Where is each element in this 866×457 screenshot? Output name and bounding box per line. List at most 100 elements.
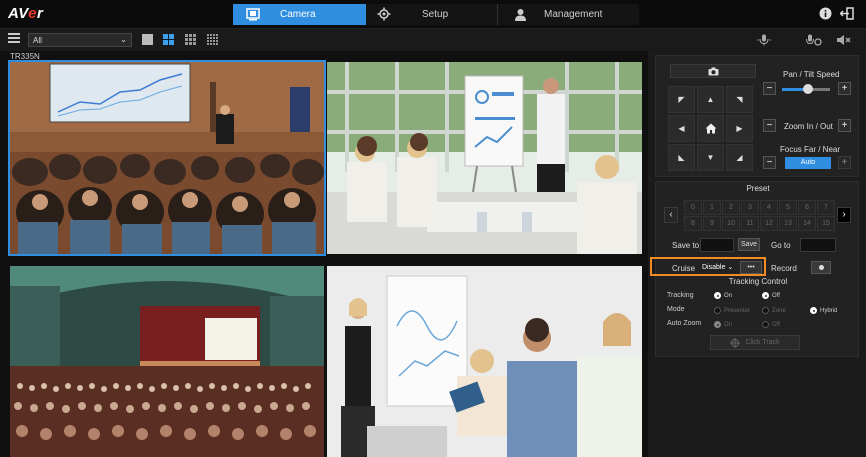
preset-cell[interactable]: 1 xyxy=(703,200,721,215)
focus-far-button[interactable]: − xyxy=(763,156,776,169)
preset-cell[interactable]: 4 xyxy=(760,200,778,215)
pan-left-button[interactable]: ◀ xyxy=(668,115,695,142)
top-navigation-bar: AVer Camera Setup Management xyxy=(0,0,866,29)
tab-management[interactable]: Management xyxy=(498,4,639,25)
tracking-control-title: Tracking Control xyxy=(728,277,788,286)
pan-down-right-button[interactable]: ◢ xyxy=(726,144,753,171)
auto-zoom-on-label: On xyxy=(724,321,733,328)
classroom-scene xyxy=(327,266,642,457)
zoom-in-button[interactable]: + xyxy=(838,119,851,132)
preset-cell[interactable]: 2 xyxy=(722,200,740,215)
record-label: Record xyxy=(771,264,797,273)
focus-auto-button[interactable]: Auto xyxy=(785,157,831,169)
preset-cell[interactable]: 5 xyxy=(779,200,797,215)
zoom-out-button[interactable]: − xyxy=(763,119,776,132)
preset-cell[interactable]: 15 xyxy=(817,216,835,231)
home-button[interactable] xyxy=(697,115,724,142)
preset-cell[interactable]: 6 xyxy=(798,200,816,215)
pan-tilt-speed-label: Pan / Tilt Speed xyxy=(783,70,840,79)
tracking-on-radio[interactable]: On xyxy=(714,292,732,299)
auto-zoom-on-radio[interactable]: On xyxy=(714,321,732,328)
go-to-input[interactable] xyxy=(800,238,836,252)
pan-up-left-button[interactable]: ◤ xyxy=(668,86,695,113)
speed-increase-button[interactable]: + xyxy=(838,82,851,95)
preset-cell[interactable]: 0 xyxy=(684,200,702,215)
tab-setup[interactable]: Setup xyxy=(366,4,498,25)
video-tile-3[interactable] xyxy=(10,266,324,457)
preset-cell[interactable]: 9 xyxy=(703,216,721,231)
click-track-label: Click Track xyxy=(745,339,780,346)
click-track-button[interactable]: Click Track xyxy=(710,335,800,350)
preset-cell[interactable]: 12 xyxy=(760,216,778,231)
record-button[interactable] xyxy=(811,261,831,274)
zoom-label: Zoom In / Out xyxy=(784,122,833,131)
tracking-label: Tracking xyxy=(667,292,694,299)
snapshot-button[interactable] xyxy=(670,64,756,78)
save-preset-button[interactable]: Save xyxy=(738,238,760,251)
mode-hybrid-radio[interactable]: Hybrid xyxy=(810,307,837,314)
mode-zone-radio[interactable]: Zone xyxy=(762,307,786,314)
video-tile-1[interactable] xyxy=(8,60,326,256)
gear-icon xyxy=(376,6,392,22)
lecture-hall-scene xyxy=(10,62,324,254)
auto-zoom-off-label: Off xyxy=(772,321,780,328)
pan-tilt-speed-slider[interactable] xyxy=(782,84,830,94)
speaker-mute-icon[interactable] xyxy=(836,34,851,48)
preset-cell[interactable]: 7 xyxy=(817,200,835,215)
tilt-up-button[interactable]: ▲ xyxy=(697,86,724,113)
mode-presenter-label: Presenter xyxy=(724,307,751,314)
mic-settings-icon[interactable] xyxy=(806,34,822,48)
view-toolbar: All ⌄ xyxy=(0,29,866,51)
mode-label: Mode xyxy=(667,306,685,313)
auto-zoom-off-radio[interactable]: Off xyxy=(762,321,780,328)
tab-camera[interactable]: Camera xyxy=(233,4,366,25)
preset-cell[interactable]: 11 xyxy=(741,216,759,231)
mode-presenter-radio[interactable]: Presenter xyxy=(714,307,750,314)
preset-cell[interactable]: 8 xyxy=(684,216,702,231)
preset-prev-button[interactable]: ‹ xyxy=(664,207,678,223)
preset-cell[interactable]: 3 xyxy=(741,200,759,215)
tilt-down-button[interactable]: ▼ xyxy=(697,144,724,171)
focus-label: Focus Far / Near xyxy=(780,145,841,154)
cruise-highlight-box xyxy=(650,257,766,276)
layout-3x3-icon[interactable] xyxy=(185,34,196,45)
preset-cell[interactable]: 10 xyxy=(722,216,740,231)
tracking-off-radio[interactable]: Off xyxy=(762,292,780,299)
pan-tilt-speed-knob[interactable] xyxy=(803,84,814,94)
pan-up-right-button[interactable]: ◥ xyxy=(726,86,753,113)
preset-cell[interactable]: 14 xyxy=(798,216,816,231)
go-to-label: Go to xyxy=(771,241,791,250)
video-tile-2[interactable] xyxy=(327,62,642,254)
info-icon[interactable] xyxy=(819,7,832,22)
ptz-section: ◤ ▲ ◥ ◀ ▶ ◣ ▼ ◢ Pan / Tilt Speed − + − Z… xyxy=(655,55,859,177)
tracking-off-label: Off xyxy=(772,292,780,299)
user-icon xyxy=(512,6,528,22)
save-to-input[interactable] xyxy=(700,238,734,252)
tab-setup-label: Setup xyxy=(422,9,449,20)
microphone-icon[interactable] xyxy=(756,34,772,48)
logout-icon[interactable] xyxy=(839,7,854,22)
preset-grid: 0 1 2 3 4 5 6 7 8 9 10 11 12 13 14 15 xyxy=(684,200,835,231)
preset-title: Preset xyxy=(746,184,770,193)
video-tile-4[interactable] xyxy=(327,266,642,457)
save-to-label: Save to xyxy=(672,241,700,250)
layout-2x2-icon[interactable] xyxy=(163,34,174,45)
tab-camera-label: Camera xyxy=(280,9,316,20)
camera-group-select[interactable]: All ⌄ xyxy=(28,33,132,47)
mode-zone-label: Zone xyxy=(772,307,786,314)
speed-decrease-button[interactable]: − xyxy=(763,82,776,95)
preset-next-button[interactable]: › xyxy=(837,207,851,223)
chevron-down-icon: ⌄ xyxy=(120,35,127,44)
layout-4x4-icon[interactable] xyxy=(207,34,218,45)
camera-icon xyxy=(245,6,261,22)
camera-icon xyxy=(708,67,718,75)
hamburger-menu-icon[interactable] xyxy=(8,33,20,45)
preset-cell[interactable]: 13 xyxy=(779,216,797,231)
focus-near-button[interactable]: + xyxy=(838,156,851,169)
layout-single-icon[interactable] xyxy=(142,34,153,45)
pan-down-left-button[interactable]: ◣ xyxy=(668,144,695,171)
pan-right-button[interactable]: ▶ xyxy=(726,115,753,142)
record-dot-icon xyxy=(818,265,824,270)
auditorium-scene xyxy=(10,266,324,457)
meeting-room-scene xyxy=(327,62,642,254)
